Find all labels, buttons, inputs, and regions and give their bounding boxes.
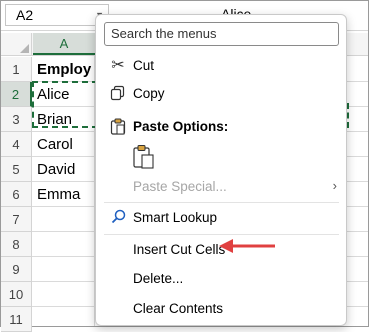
row-header[interactable]: 7 <box>1 207 32 232</box>
row-header[interactable]: 6 <box>1 182 32 207</box>
context-menu: Search the menus ✂ Cut Copy Paste Option… <box>95 14 347 326</box>
menu-item-label: Insert Cut Cells <box>133 242 226 257</box>
search-icon <box>109 209 127 227</box>
name-box-value: A2 <box>16 7 34 23</box>
menu-item-smart-lookup[interactable]: Smart Lookup <box>97 205 347 231</box>
cell-a6[interactable]: Emma <box>33 182 95 207</box>
cell-a1[interactable]: Employ <box>33 57 95 82</box>
row-header[interactable]: 9 <box>1 257 32 282</box>
row-header[interactable]: 8 <box>1 232 32 257</box>
row-header[interactable]: 5 <box>1 157 32 182</box>
paste-icon[interactable] <box>132 144 158 172</box>
menu-item-label: Delete... <box>133 271 184 286</box>
row-header[interactable]: 11 <box>1 307 32 332</box>
menu-item-label: Cut <box>133 58 155 73</box>
menu-item-cut[interactable]: ✂ Cut <box>97 53 347 79</box>
paste-options-header: Paste Options: <box>97 114 347 140</box>
select-all-corner[interactable] <box>1 33 32 55</box>
menu-item-label: Clear Contents <box>133 301 224 316</box>
menu-item-clear-contents[interactable]: Clear Contents <box>97 296 347 322</box>
copy-icon <box>109 85 127 103</box>
menu-search-input[interactable]: Search the menus <box>104 22 339 46</box>
menu-item-copy[interactable]: Copy <box>97 81 347 107</box>
paste-options-label: Paste Options: <box>133 119 229 134</box>
menu-separator <box>104 234 339 235</box>
cell-a5[interactable]: David <box>33 157 95 182</box>
menu-item-label: Smart Lookup <box>133 210 218 225</box>
menu-separator <box>104 202 339 203</box>
cell-a3[interactable]: Brian <box>33 107 95 132</box>
name-box[interactable]: A2 ▼ <box>5 4 109 26</box>
select-all-icon <box>20 44 29 53</box>
column-header-a[interactable]: A <box>33 33 95 55</box>
annotation-arrow-icon <box>219 239 275 253</box>
row-header[interactable]: 4 <box>1 132 32 157</box>
row-header[interactable]: 2 <box>1 82 32 107</box>
menu-item-paste-special[interactable]: Paste Special... › <box>97 174 347 200</box>
menu-item-label: Copy <box>133 86 165 101</box>
scissors-icon: ✂ <box>111 57 125 74</box>
cell-a2[interactable]: Alice <box>33 82 95 107</box>
cell-a4[interactable]: Carol <box>33 132 95 157</box>
menu-item-label: Paste Special... <box>133 179 227 194</box>
row-header[interactable]: 10 <box>1 282 32 307</box>
row-header[interactable]: 1 <box>1 57 32 82</box>
chevron-right-icon: › <box>332 178 337 193</box>
menu-item-delete[interactable]: Delete... <box>97 266 347 292</box>
row-header[interactable]: 3 <box>1 107 32 132</box>
clipboard-icon <box>109 118 127 136</box>
